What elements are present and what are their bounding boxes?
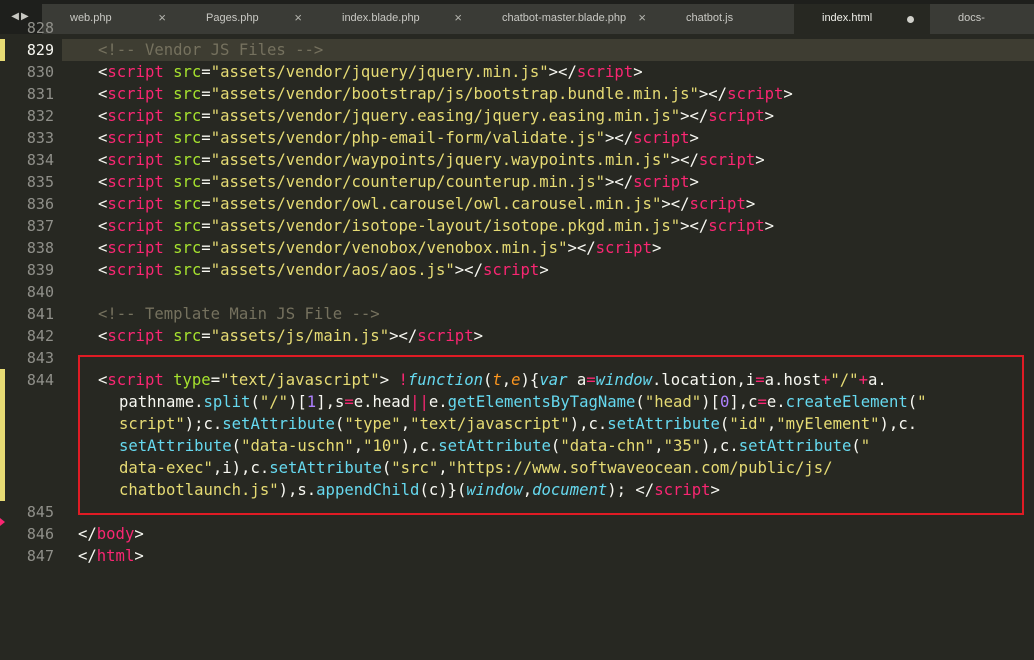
script-src-value: assets/vendor/owl.carousel/owl.carousel.…: [220, 195, 652, 213]
tab-label: index.html: [822, 12, 873, 24]
line-number: 840: [26, 283, 54, 301]
tab-index-blade-php[interactable]: index.blade.php ×: [314, 4, 476, 34]
line-number: 845: [26, 503, 54, 521]
code-line: <script src="assets/js/main.js"></script…: [98, 327, 483, 345]
highlight-annotation-box: [78, 355, 1024, 515]
line-number: 842: [26, 327, 54, 345]
code-line: <script src="assets/vendor/jquery/jquery…: [98, 63, 643, 81]
line-number: 831: [26, 85, 54, 103]
tab-web-php[interactable]: web.php ×: [42, 4, 180, 34]
line-number: 834: [26, 151, 54, 169]
tab-bar: ◀▶ web.php × Pages.php × index.blade.php…: [0, 0, 1034, 34]
close-icon[interactable]: ×: [454, 4, 462, 32]
line-number: 833: [26, 129, 54, 147]
script-src-value: assets/vendor/jquery.easing/jquery.easin…: [220, 107, 671, 125]
code-line: <!-- Vendor JS Files -->: [98, 39, 323, 61]
tab-chatbot-master-blade-php[interactable]: chatbot-master.blade.php ×: [474, 4, 660, 34]
tab-pages-php[interactable]: Pages.php ×: [178, 4, 316, 34]
tab-index-html[interactable]: index.html: [794, 4, 932, 34]
code-comment: <!-- Template Main JS File -->: [98, 305, 380, 323]
tab-label: web.php: [70, 12, 112, 24]
script-src-value: assets/vendor/isotope-layout/isotope.pkg…: [220, 217, 671, 235]
fold-marker-icon: [0, 518, 5, 526]
code-line: <script src="assets/vendor/jquery.easing…: [98, 107, 775, 125]
code-line: <script src="assets/vendor/waypoints/jqu…: [98, 151, 765, 169]
code-line: <script src="assets/vendor/owl.carousel/…: [98, 195, 756, 213]
script-src-value: assets/vendor/php-email-form/validate.js: [220, 129, 596, 147]
script-src-value: assets/js/main.js: [220, 327, 380, 345]
line-number: 846: [26, 525, 54, 543]
script-src-value: assets/vendor/waypoints/jquery.waypoints…: [220, 151, 662, 169]
close-icon[interactable]: ×: [638, 4, 646, 32]
code-line: <!-- Template Main JS File -->: [98, 303, 380, 325]
line-number: 837: [26, 217, 54, 235]
script-src-value: assets/vendor/aos/aos.js: [220, 261, 446, 279]
code-line: <script src="assets/vendor/bootstrap/js/…: [98, 85, 793, 103]
line-number: 841: [26, 305, 54, 323]
tab-label: Pages.php: [206, 12, 259, 24]
line-number-gutter: 828 829 830 831 832 833 834 835 836 837 …: [0, 19, 62, 660]
tab-docs-page-blade-php[interactable]: docs-page.blade.php: [930, 4, 1034, 34]
line-number: 828: [26, 19, 54, 37]
code-line: <script src="assets/vendor/aos/aos.js"><…: [98, 261, 549, 279]
line-number: 830: [26, 63, 54, 81]
script-src-value: assets/vendor/venobox/venobox.min.js: [220, 239, 559, 257]
code-comment: <!-- Vendor JS Files -->: [98, 41, 324, 59]
close-icon[interactable]: ×: [158, 4, 166, 32]
tab-label: docs-page.blade.php: [958, 12, 985, 24]
line-number: 838: [26, 239, 54, 257]
code-line: <script src="assets/vendor/counterup/cou…: [98, 173, 699, 191]
close-icon[interactable]: ×: [294, 4, 302, 32]
tab-label: chatbot-master.blade.php: [502, 12, 627, 24]
code-line: <script src="assets/vendor/php-email-for…: [98, 129, 699, 147]
script-src-value: assets/vendor/counterup/counterup.min.js: [220, 173, 596, 191]
code-line: <script src="assets/vendor/venobox/venob…: [98, 239, 662, 257]
line-number: 835: [26, 173, 54, 191]
modified-dot-icon[interactable]: [907, 16, 914, 23]
line-number: 832: [26, 107, 54, 125]
code-editor[interactable]: 828 829 830 831 832 833 834 835 836 837 …: [0, 19, 1034, 660]
code-line: </body>: [78, 525, 144, 543]
line-number: 843: [26, 349, 54, 367]
line-number: 829: [26, 41, 54, 59]
line-number: 839: [26, 261, 54, 279]
code-line: <script src="assets/vendor/isotope-layou…: [98, 217, 775, 235]
tab-label: index.blade.php: [342, 12, 420, 24]
tab-label: chatbot.js: [686, 12, 734, 24]
line-number: 844: [26, 371, 54, 389]
tab-chatbot-js[interactable]: chatbot.js: [658, 4, 796, 34]
script-src-value: assets/vendor/bootstrap/js/bootstrap.bun…: [220, 85, 690, 103]
script-src-value: assets/vendor/jquery/jquery.min.js: [220, 63, 540, 81]
line-number: 847: [26, 547, 54, 565]
line-number: 836: [26, 195, 54, 213]
code-line: </html>: [78, 547, 144, 565]
